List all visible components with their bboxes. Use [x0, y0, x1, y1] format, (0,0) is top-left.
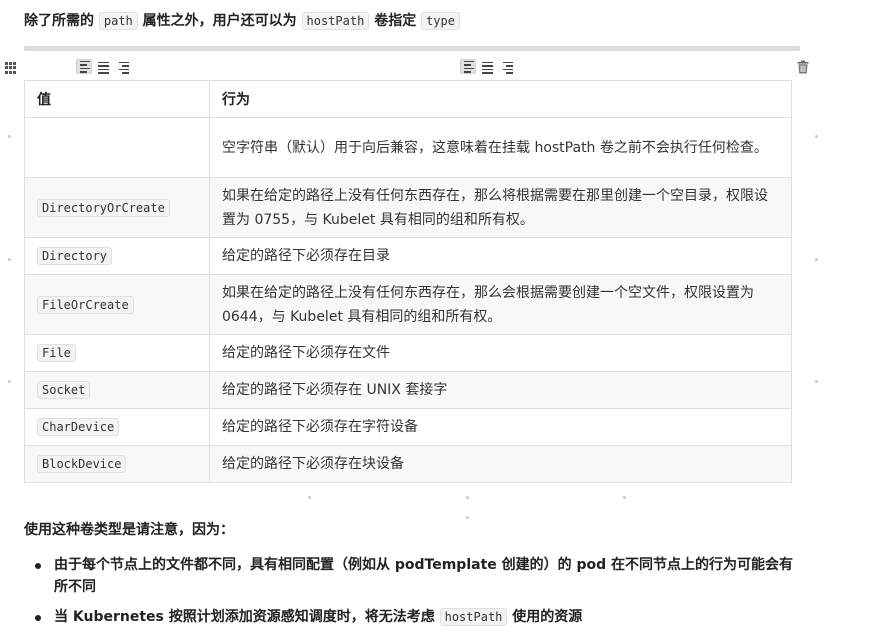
table-toolbar: [0, 57, 885, 79]
header-value[interactable]: 值: [24, 80, 210, 118]
inline-code-path: path: [98, 12, 138, 30]
cell-value[interactable]: DirectoryOrCreate: [24, 177, 210, 238]
grid-dot: [8, 135, 11, 138]
bullet-text-pre: 当 Kubernetes 按照计划添加资源感知调度时，将无法考虑: [54, 609, 440, 625]
grid-dot: [623, 496, 626, 499]
grid-dot: [466, 496, 469, 499]
cell-value[interactable]: File: [24, 334, 210, 372]
align-center-icon[interactable]: [94, 59, 112, 76]
list-item: 当 Kubernetes 按照计划添加资源感知调度时，将无法考虑 hostPat…: [24, 606, 804, 628]
table-row: CharDevice 给定的路径下必须存在字符设备: [24, 408, 792, 446]
cell-value[interactable]: Directory: [24, 237, 210, 275]
align-right-icon[interactable]: [498, 59, 516, 76]
table-row: 空字符串（默认）用于向后兼容，这意味着在挂载 hostPath 卷之前不会执行任…: [24, 117, 792, 178]
table-row: Socket 给定的路径下必须存在 UNIX 套接字: [24, 371, 792, 409]
value-code: BlockDevice: [37, 455, 127, 473]
grid-dot: [466, 516, 469, 519]
horizontal-scrollbar[interactable]: [24, 46, 800, 51]
bullet-text: 由于每个节点上的文件都不同，具有相同配置（例如从 podTemplate 创建的…: [54, 557, 794, 595]
value-code: Socket: [37, 381, 91, 399]
table-row: File 给定的路径下必须存在文件: [24, 334, 792, 372]
value-code: FileOrCreate: [37, 295, 134, 314]
intro-text-mid: 属性之外，用户还可以为: [137, 13, 302, 29]
hostpath-type-table: 值 行为 空字符串（默认）用于向后兼容，这意味着在挂载 hostPath 卷之前…: [24, 80, 792, 483]
table-row: FileOrCreate 如果在给定的路径上没有任何东西存在，那么会根据需要创建…: [24, 274, 792, 335]
value-code: Directory: [37, 247, 113, 265]
table-row: BlockDevice 给定的路径下必须存在块设备: [24, 445, 792, 483]
grid-dot: [815, 258, 818, 261]
align-left-icon[interactable]: [460, 59, 476, 74]
grid-dot: [8, 380, 11, 383]
cell-behavior[interactable]: 给定的路径下必须存在块设备: [209, 445, 792, 483]
cell-behavior[interactable]: 给定的路径下必须存在 UNIX 套接字: [209, 371, 792, 409]
value-code: CharDevice: [37, 418, 120, 436]
table-row: DirectoryOrCreate 如果在给定的路径上没有任何东西存在，那么将根…: [24, 177, 792, 238]
table-row: Directory 给定的路径下必须存在目录: [24, 237, 792, 275]
inline-code-hostpath: hostPath: [439, 608, 508, 626]
cell-behavior[interactable]: 给定的路径下必须存在文件: [209, 334, 792, 372]
intro-paragraph: 除了所需的 path 属性之外，用户还可以为 hostPath 卷指定 type: [24, 10, 460, 32]
align-center-icon[interactable]: [478, 59, 496, 76]
column1-align-group: [76, 59, 132, 76]
align-right-icon[interactable]: [114, 59, 132, 76]
cell-behavior[interactable]: 如果在给定的路径上没有任何东西存在，那么将根据需要在那里创建一个空目录，权限设置…: [209, 177, 792, 238]
caution-list: 由于每个节点上的文件都不同，具有相同配置（例如从 podTemplate 创建的…: [24, 554, 804, 636]
trash-icon[interactable]: [797, 60, 809, 74]
bullet-text-post: 使用的资源: [507, 609, 583, 625]
grid-dot: [815, 135, 818, 138]
intro-text-pre: 除了所需的: [24, 13, 99, 29]
cell-value[interactable]: CharDevice: [24, 408, 210, 446]
value-code: File: [37, 344, 76, 362]
column2-align-group: [460, 59, 516, 76]
header-behavior[interactable]: 行为: [209, 80, 792, 118]
notice-heading: 使用这种卷类型是请注意，因为：: [24, 522, 234, 538]
cell-behavior[interactable]: 给定的路径下必须存在字符设备: [209, 408, 792, 446]
grid-dot: [815, 380, 818, 383]
cell-behavior[interactable]: 给定的路径下必须存在目录: [209, 237, 792, 275]
intro-text-mid2: 卷指定: [369, 13, 422, 29]
table-header-row: 值 行为: [24, 80, 792, 118]
cell-behavior[interactable]: 空字符串（默认）用于向后兼容，这意味着在挂载 hostPath 卷之前不会执行任…: [209, 117, 792, 178]
cell-value-empty[interactable]: [24, 117, 210, 178]
inline-code-type: type: [421, 12, 460, 30]
cell-value[interactable]: FileOrCreate: [24, 274, 210, 335]
value-code: DirectoryOrCreate: [37, 198, 170, 217]
list-item: 由于每个节点上的文件都不同，具有相同配置（例如从 podTemplate 创建的…: [24, 554, 804, 598]
grid-dot: [8, 258, 11, 261]
inline-code-hostpath: hostPath: [301, 12, 370, 30]
cell-behavior[interactable]: 如果在给定的路径上没有任何东西存在，那么会根据需要创建一个空文件，权限设置为 0…: [209, 274, 792, 335]
cell-value[interactable]: Socket: [24, 371, 210, 409]
align-left-icon[interactable]: [76, 59, 92, 74]
drag-handle-icon[interactable]: [5, 62, 17, 74]
cell-value[interactable]: BlockDevice: [24, 445, 210, 483]
grid-dot: [308, 496, 311, 499]
